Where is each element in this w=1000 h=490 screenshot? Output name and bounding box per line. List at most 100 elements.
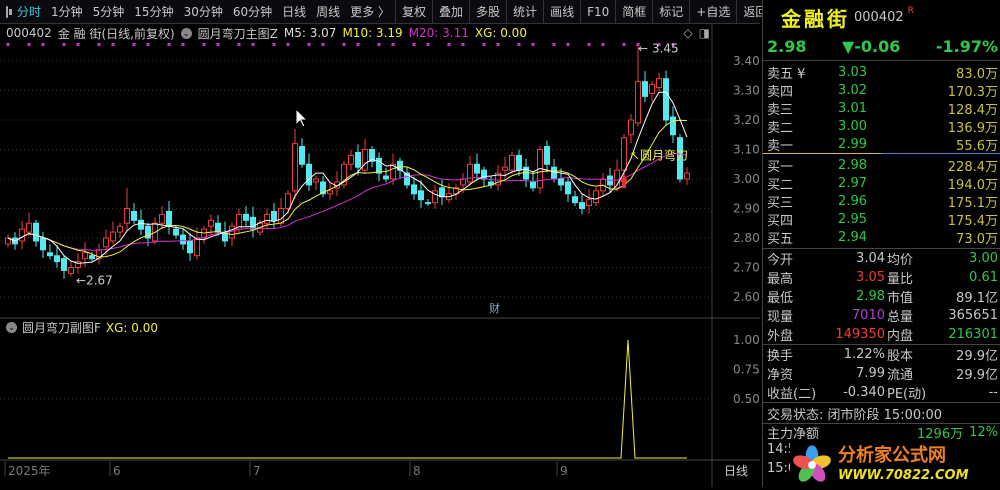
- f10-button[interactable]: F10: [580, 0, 615, 24]
- signal-dot: [517, 43, 521, 46]
- asks-row[interactable]: 卖二 3.00 136.9万: [763, 117, 1000, 136]
- stat-label: 外盘: [767, 329, 794, 344]
- bids-row[interactable]: 买二 2.97 194.0万: [763, 174, 1000, 193]
- signal-dot: [531, 43, 535, 46]
- bids-label: 买五: [767, 231, 794, 247]
- tab-daily[interactable]: 日线: [277, 3, 311, 20]
- stat-value: 3.00: [969, 251, 998, 266]
- quote-header: 金融街 000402 R: [763, 0, 1000, 34]
- mark-button[interactable]: 标记: [652, 0, 689, 24]
- candle-up: [593, 190, 599, 204]
- sub-indicator-name[interactable]: 圆月弯刀副图F: [22, 319, 101, 336]
- candle-down: [383, 175, 389, 180]
- sub-xg-value: XG: 0.00: [105, 320, 159, 335]
- indicator-name[interactable]: 圆月弯刀主图Z: [198, 25, 278, 42]
- asks-volume: 136.9万: [947, 120, 998, 136]
- candle-down: [40, 237, 46, 251]
- high-price-label: ← 3.45: [638, 41, 679, 55]
- candle-up: [26, 222, 32, 233]
- candle-up: [124, 208, 130, 224]
- bids-price: 2.94: [838, 229, 867, 245]
- stat-row: 今开 3.04 均价 3.00: [763, 249, 1000, 268]
- indicator-menu-icon[interactable]: ⌄: [180, 27, 192, 39]
- multi-stock-button[interactable]: 多股: [469, 0, 506, 24]
- candle-up: [502, 166, 508, 171]
- stock-code: 000402: [6, 26, 52, 40]
- stat-label: 流通: [887, 368, 914, 383]
- add-watchlist-button[interactable]: +自选: [689, 0, 736, 24]
- asks-price: 2.99: [838, 136, 867, 152]
- asks-row[interactable]: 卖一 2.99 55.6万: [763, 135, 1000, 154]
- stat-label: 最低: [767, 291, 794, 306]
- bids-row[interactable]: 买一 2.98 228.4万: [763, 156, 1000, 175]
- candle-up: [656, 78, 662, 89]
- x-tick-label: 7: [253, 464, 261, 478]
- sub-indicator-menu-icon[interactable]: ⌄: [6, 322, 17, 333]
- tab-60min[interactable]: 60分钟: [228, 3, 277, 20]
- signal-dot: [377, 43, 381, 46]
- tab-30min[interactable]: 30分钟: [179, 3, 228, 20]
- asks-row[interactable]: 卖三 3.01 128.4万: [763, 99, 1000, 118]
- candle-down: [299, 146, 305, 165]
- stat-label: 内盘: [887, 329, 914, 344]
- simple-frame-button[interactable]: 简框: [615, 0, 652, 24]
- candle-down: [250, 216, 256, 230]
- draw-button[interactable]: 画线: [543, 0, 580, 24]
- signal-dot: [251, 43, 255, 46]
- tab-15min[interactable]: 15分钟: [129, 3, 178, 20]
- stat-value: 89.1亿: [956, 291, 998, 306]
- candle-down: [33, 222, 39, 242]
- sidebar-toggle-icon[interactable]: [6, 5, 12, 18]
- stats-button[interactable]: 统计: [506, 0, 543, 24]
- low-price-label: ←2.67: [76, 273, 113, 287]
- diamond-icon[interactable]: ◇: [683, 26, 692, 40]
- candle-up: [103, 237, 109, 248]
- last-price: 2.98: [767, 36, 807, 56]
- signal-dot: [27, 43, 31, 46]
- stock-name: 金 融 街: [57, 26, 102, 41]
- fuquan-button[interactable]: 复权: [395, 0, 432, 24]
- candle-up: [313, 178, 319, 183]
- bids-price: 2.95: [838, 211, 867, 227]
- asks-volume: 83.0万: [956, 66, 998, 82]
- ma10-line: [7, 119, 688, 258]
- sub-indicator-bar: ⌄ 圆月弯刀副图F XG: 0.00: [6, 319, 158, 336]
- stats-block: 今开 3.04 均价 3.00 最高 3.05 量比 0.61 最低 2.98 市值 89.1亿 现量 7…: [763, 249, 1000, 344]
- signal-dot: [286, 43, 290, 46]
- period-label: 日线: [724, 464, 748, 478]
- asks-row[interactable]: 卖四 3.02 170.3万: [763, 81, 1000, 100]
- x-tick-label: 9: [560, 464, 568, 478]
- overlay-button[interactable]: 叠加: [432, 0, 469, 24]
- y-tick-label: 2.60: [733, 290, 760, 304]
- tab-more[interactable]: 更多 〉: [345, 3, 395, 20]
- candle-up: [19, 228, 25, 242]
- bids-row[interactable]: 买三 2.96 175.1万: [763, 192, 1000, 211]
- panel-toggle-icon[interactable]: ◨: [699, 26, 710, 40]
- bids-volume: 228.4万: [947, 159, 998, 175]
- bids-row[interactable]: 买四 2.95 175.4万: [763, 210, 1000, 229]
- sub-y-tick-label: 1.00: [733, 333, 760, 347]
- kline-chart[interactable]: 3.40 3.30 3.20 3.10 3.00 2.90 2.80 2.70 2.60 ← 3.…: [0, 24, 760, 487]
- candle-up: [82, 252, 88, 260]
- kline-chart-area[interactable]: 3.40 3.30 3.20 3.10 3.00 2.90 2.80 2.70 2.60 ← 3.…: [0, 24, 760, 487]
- bids-row[interactable]: 买五 2.94 73.0万: [763, 228, 1000, 247]
- main-flow-row: 主力净额 1296万 12%: [763, 424, 1000, 442]
- signal-dot: [167, 43, 171, 46]
- tab-fenshi[interactable]: 分时: [12, 3, 46, 20]
- candle-down: [306, 163, 312, 186]
- signal-dot: [342, 43, 346, 46]
- candle-down: [551, 166, 557, 180]
- bids-price: 2.98: [838, 157, 867, 173]
- tab-5min[interactable]: 5分钟: [88, 3, 130, 20]
- tab-weekly[interactable]: 周线: [311, 3, 345, 20]
- asks-row[interactable]: 卖五 ¥ 3.03 83.0万: [763, 63, 1000, 82]
- bids-volume: 175.4万: [947, 213, 998, 229]
- sub-y-tick-label: 0.75: [733, 363, 760, 377]
- bids-volume: 175.1万: [947, 195, 998, 211]
- tab-1min[interactable]: 1分钟: [46, 3, 88, 20]
- stat-value: -0.340: [843, 385, 885, 400]
- candle-down: [166, 210, 172, 227]
- quote-flag: R: [907, 6, 914, 16]
- bids-volume: 194.0万: [947, 177, 998, 193]
- stat-value: 0.61: [969, 270, 998, 285]
